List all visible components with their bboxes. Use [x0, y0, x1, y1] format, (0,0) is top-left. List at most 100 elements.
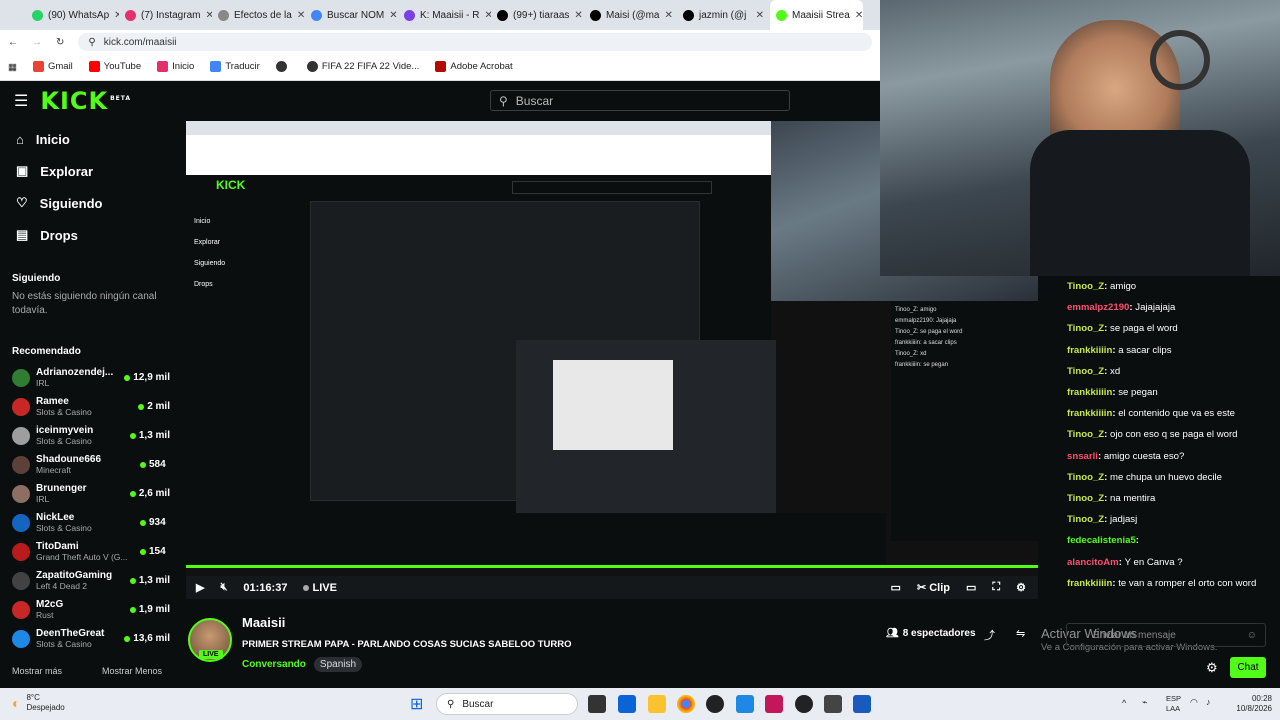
show-less-link[interactable]: Mostrar Menos	[102, 666, 162, 676]
bookmark-unnamed[interactable]	[275, 61, 291, 73]
bookmarks-bar: ▦ Gmail YouTube Inicio Traducir FIFA 22 …	[0, 54, 880, 81]
chat-username[interactable]: frankkiiiin	[1067, 408, 1112, 419]
chat-settings-icon[interactable]: ⚙	[1206, 660, 1218, 676]
browser-tab[interactable]: Efectos de la ✕	[212, 0, 305, 30]
volume-icon[interactable]: 🔇︎	[220, 581, 227, 594]
follow-icon[interactable]: ⇋	[1016, 627, 1025, 640]
app-icon-blue[interactable]	[736, 695, 754, 713]
tray-chevron-icon[interactable]: ^	[1122, 698, 1126, 708]
emoji-icon[interactable]: ☺	[1247, 630, 1257, 641]
chat-username[interactable]: alancitoAm	[1067, 557, 1119, 568]
app-icon-dark[interactable]	[824, 695, 842, 713]
language-tag[interactable]: Spanish	[313, 657, 363, 672]
wifi-icon[interactable]: ◠	[1190, 697, 1198, 708]
chat-username[interactable]: Tinoo_Z	[1067, 366, 1104, 377]
weather-widget[interactable]: ◐ 8°C Despejado	[12, 693, 65, 713]
recommended-channel[interactable]: iceinmyvein Slots & Casino 1,3 mil	[0, 421, 170, 450]
chat-username[interactable]: Tinoo_Z	[1067, 472, 1104, 483]
browser-tab[interactable]: K: Maaisii - R ✕	[398, 0, 491, 30]
browser-tab[interactable]: jazmin (@j ✕	[677, 0, 770, 30]
pip-icon[interactable]: ▭	[891, 581, 901, 594]
obs-icon[interactable]	[795, 695, 813, 713]
nav-siguiendo[interactable]: ♡ Siguiendo	[0, 187, 170, 219]
hamburger-menu-icon[interactable]: ☰	[14, 91, 28, 111]
chat-username[interactable]: Tinoo_Z	[1067, 514, 1104, 525]
fullscreen-icon[interactable]: ⛶	[992, 581, 1000, 594]
taskbar-search[interactable]: ⚲ Buscar	[436, 693, 578, 715]
chat-send-button[interactable]: Chat	[1230, 657, 1266, 678]
chat-username[interactable]: Tinoo_Z	[1067, 281, 1104, 292]
bookmark-traducir[interactable]: Traducir	[210, 61, 260, 73]
chat-username[interactable]: frankkiiiin	[1067, 387, 1112, 398]
show-more-link[interactable]: Mostrar más	[12, 666, 62, 676]
chat-username[interactable]: Tinoo_Z	[1067, 429, 1104, 440]
bookmark-fifa[interactable]: FIFA 22 FIFA 22 Vide...	[306, 61, 419, 73]
close-icon[interactable]: ✕	[855, 10, 863, 21]
network-icon[interactable]: ⌁	[1142, 697, 1147, 708]
clock[interactable]: 00:28 10/8/2026	[1222, 694, 1272, 714]
apps-grid-icon[interactable]: ▦	[8, 62, 17, 73]
browser-tab[interactable]: (99+) tiaraas ✕	[491, 0, 584, 30]
clip-button[interactable]: ✂ Clip	[917, 581, 950, 594]
channel-name[interactable]: Maaisii	[242, 615, 285, 630]
category-link[interactable]: Conversando	[242, 659, 306, 670]
back-icon[interactable]: ←	[8, 37, 18, 48]
close-icon[interactable]: ✕	[756, 10, 764, 21]
chat-text: jadjasj	[1110, 514, 1138, 526]
recommended-channel[interactable]: Brunenger IRL 2,6 mil	[0, 479, 170, 508]
browser-tab[interactable]: Buscar NOM ✕	[305, 0, 398, 30]
play-icon[interactable]: ▶	[196, 581, 204, 594]
recommended-channel[interactable]: DeenTheGreat Slots & Casino 13,6 mil	[0, 624, 170, 653]
snipping-icon[interactable]	[765, 695, 783, 713]
chat-username[interactable]: emmalpz2190	[1067, 302, 1129, 313]
chat-username[interactable]: Tinoo_Z	[1067, 323, 1104, 334]
browser-tab[interactable]: Maisi (@ma ✕	[584, 0, 677, 30]
browser-tab[interactable]: Maaisii Strea ✕	[770, 0, 863, 30]
close-icon[interactable]: ✕	[574, 10, 582, 21]
recommended-channel[interactable]: NickLee Slots & Casino 934	[0, 508, 170, 537]
browser-tab[interactable]: (7) Instagram ✕	[119, 0, 212, 30]
site-info-icon[interactable]: ⚲	[88, 37, 95, 48]
recommended-channel[interactable]: M2cG Rust 1,9 mil	[0, 595, 170, 624]
chat-username[interactable]: frankkiiiin	[1067, 578, 1112, 589]
recommended-channel[interactable]: Ramee Slots & Casino 2 mil	[0, 392, 170, 421]
store-icon[interactable]	[618, 695, 636, 713]
nav-explorar[interactable]: ▣ Explorar	[0, 155, 170, 187]
task-view-icon[interactable]	[588, 695, 606, 713]
bookmark-inicio[interactable]: Inicio	[157, 61, 194, 73]
browser-tab[interactable]: (90) WhatsAp ✕	[26, 0, 119, 30]
recommended-channel[interactable]: ZapatitoGaming Left 4 Dead 2 1,3 mil	[0, 566, 170, 595]
bookmark-gmail[interactable]: Gmail	[32, 61, 73, 73]
recommended-channel[interactable]: Adrianozendej... IRL 12,9 mil	[0, 363, 170, 392]
recommended-channel[interactable]: Shadoune666 Minecraft 584	[0, 450, 170, 479]
chat-username[interactable]: frankkiiiin	[1067, 345, 1112, 356]
search-input[interactable]: ⚲ Buscar	[490, 90, 790, 111]
start-icon[interactable]: ⊞	[410, 694, 423, 714]
recommended-channel[interactable]: TitoDami Grand Theft Auto V (G... 154	[0, 537, 170, 566]
nav-drops[interactable]: ▤ Drops	[0, 219, 170, 251]
chat-input[interactable]: Enviar un mensaje ☺	[1066, 623, 1266, 647]
chat-username[interactable]: snsarli	[1067, 451, 1098, 462]
theater-icon[interactable]: ▭	[966, 581, 976, 594]
speaker-icon[interactable]: ♪	[1206, 697, 1211, 707]
close-icon[interactable]: ✕	[297, 10, 305, 21]
chat-username[interactable]: fedecalistenia5	[1067, 535, 1136, 546]
bookmark-youtube[interactable]: YouTube	[88, 61, 141, 73]
language-indicator[interactable]: ESP LAA	[1166, 694, 1181, 714]
chat-username[interactable]: Tinoo_Z	[1067, 493, 1104, 504]
close-icon[interactable]: ✕	[389, 10, 397, 21]
url-field[interactable]: ⚲ kick.com/maaisii	[78, 33, 872, 51]
forward-icon[interactable]: →	[32, 37, 42, 48]
kick-logo[interactable]: KICK BETA	[40, 87, 131, 115]
explorer-icon[interactable]	[648, 695, 666, 713]
word-icon[interactable]	[853, 695, 871, 713]
reload-icon[interactable]: ↻	[56, 37, 64, 48]
share-icon[interactable]: ⤴	[984, 627, 995, 643]
close-icon[interactable]: ✕	[665, 10, 673, 21]
nav-inicio[interactable]: ⌂ Inicio	[0, 123, 170, 155]
settings-icon[interactable]: ⚙	[1016, 581, 1026, 594]
chrome-icon[interactable]	[677, 695, 695, 713]
chat-message: Tinoo_Z: na mentira	[1067, 493, 1156, 505]
bookmark-adobe[interactable]: Adobe Acrobat	[435, 61, 513, 73]
media-player-icon[interactable]	[706, 695, 724, 713]
